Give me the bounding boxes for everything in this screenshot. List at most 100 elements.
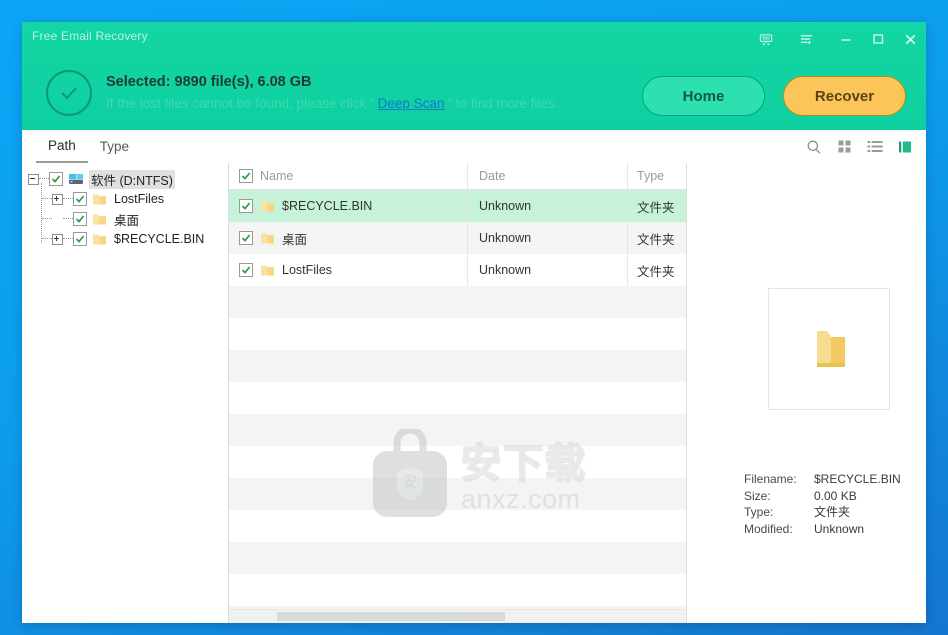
app-header: Free Email Recovery Selected: 9890 file(…	[22, 22, 926, 130]
menu-list-icon[interactable]	[790, 22, 822, 56]
tree-item-lostfiles[interactable]: LostFiles	[22, 189, 228, 209]
window-title: Free Email Recovery	[32, 29, 148, 43]
row-checkbox[interactable]	[239, 199, 253, 213]
folder-icon	[92, 213, 107, 226]
column-separator	[627, 254, 628, 286]
row-type: 文件夹	[637, 232, 675, 247]
folder-icon	[92, 233, 107, 246]
tab-strip: Path Type	[36, 130, 141, 163]
empty-row	[229, 574, 686, 606]
tree-item-label: 软件 (D:NTFS)	[89, 169, 175, 189]
table-row[interactable]: 桌面 Unknown 文件夹	[229, 222, 686, 254]
row-type: 文件夹	[637, 200, 675, 215]
scan-summary: Selected: 9890 file(s), 6.08 GB If the l…	[46, 70, 559, 116]
tree-checkbox[interactable]	[73, 212, 87, 226]
tree-dotted-link	[63, 198, 73, 200]
file-list-pane: Name Date Type $RECYCLE.BIN Unknown 文件夹 …	[229, 163, 687, 623]
column-header-type[interactable]: Type	[627, 169, 686, 183]
folder-icon	[260, 232, 275, 245]
column-separator	[467, 222, 468, 254]
maximize-icon[interactable]	[862, 22, 894, 56]
minimize-icon[interactable]	[830, 22, 862, 56]
select-all-checkbox[interactable]	[239, 169, 253, 183]
tree-dotted-link	[63, 218, 73, 220]
detail-view-icon[interactable]	[898, 140, 912, 154]
column-separator	[467, 163, 468, 189]
horizontal-scrollbar[interactable]	[229, 609, 686, 623]
folder-icon	[92, 193, 107, 206]
empty-row	[229, 414, 686, 446]
tree-expander-collapse-icon[interactable]	[28, 173, 39, 185]
scrollbar-thumb[interactable]	[277, 612, 505, 621]
tree-dotted-link	[39, 178, 49, 180]
close-icon[interactable]	[894, 22, 926, 56]
view-controls	[806, 130, 912, 163]
tree-item-drive[interactable]: 软件 (D:NTFS)	[22, 169, 228, 189]
folder-tree-pane: 软件 (D:NTFS) LostFiles 桌面 $RECYCLE.BIN	[22, 163, 229, 623]
deep-scan-link[interactable]: Deep Scan	[375, 96, 448, 111]
meta-key: Type:	[744, 505, 774, 519]
tree-dotted-link	[42, 198, 52, 200]
recover-button[interactable]: Recover	[783, 76, 906, 116]
tab-path[interactable]: Path	[36, 130, 88, 163]
table-row[interactable]: $RECYCLE.BIN Unknown 文件夹	[229, 190, 686, 222]
column-separator	[627, 190, 628, 222]
tree-expander-expand-icon[interactable]	[52, 233, 63, 245]
toolbar: Path Type	[22, 130, 926, 164]
meta-value: $RECYCLE.BIN	[814, 472, 901, 486]
row-type: 文件夹	[637, 264, 675, 279]
header-actions: Home Recover	[642, 76, 906, 116]
folder-icon	[260, 264, 275, 277]
hint-text-after: ” to find more files.	[447, 96, 559, 112]
content-area: 软件 (D:NTFS) LostFiles 桌面 $RECYCLE.BIN Na…	[22, 163, 926, 623]
file-metadata: Filename: $RECYCLE.BIN Size: 0.00 KB Typ…	[744, 471, 901, 537]
meta-value: Unknown	[814, 521, 865, 536]
empty-row	[229, 510, 686, 542]
list-view-icon[interactable]	[867, 139, 883, 154]
search-icon[interactable]	[806, 139, 822, 155]
tree-checkbox[interactable]	[73, 192, 87, 206]
empty-row	[229, 350, 686, 382]
row-checkbox[interactable]	[239, 231, 253, 245]
window-controls	[750, 22, 926, 56]
tree-item-label: $RECYCLE.BIN	[114, 232, 205, 246]
tree-item-desktop[interactable]: 桌面	[22, 209, 228, 229]
empty-row	[229, 478, 686, 510]
tree-dotted-link	[42, 238, 52, 240]
grid-view-icon[interactable]	[837, 139, 852, 154]
row-name: $RECYCLE.BIN	[282, 199, 373, 213]
preview-pane: Filename: $RECYCLE.BIN Size: 0.00 KB Typ…	[687, 163, 926, 623]
folder-icon	[260, 200, 275, 213]
tree-checkbox[interactable]	[49, 172, 63, 186]
meta-key: Size:	[744, 488, 771, 503]
cart-icon[interactable]	[750, 22, 782, 56]
empty-row	[229, 446, 686, 478]
column-header-date[interactable]: Date	[467, 169, 627, 183]
tree-checkbox[interactable]	[73, 232, 87, 246]
column-separator	[627, 163, 628, 189]
drive-icon	[68, 172, 84, 186]
tree-item-recyclebin[interactable]: $RECYCLE.BIN	[22, 229, 228, 249]
tree-item-label: LostFiles	[114, 192, 165, 206]
row-date: Unknown	[479, 231, 532, 245]
tab-type[interactable]: Type	[88, 130, 141, 163]
selected-summary: Selected: 9890 file(s), 6.08 GB	[106, 73, 312, 90]
home-button[interactable]: Home	[642, 76, 765, 116]
file-list-header: Name Date Type	[229, 163, 686, 190]
row-date: Unknown	[479, 199, 532, 213]
meta-row-type: Type: 文件夹	[744, 504, 901, 521]
row-name: LostFiles	[282, 263, 333, 277]
hint-text-before: If the lost files cannot be found, pleas…	[106, 96, 375, 112]
tree-dotted-link	[63, 238, 73, 240]
column-header-name[interactable]: Name	[229, 169, 467, 183]
table-row[interactable]: LostFiles Unknown 文件夹	[229, 254, 686, 286]
row-name: 桌面	[282, 232, 308, 247]
meta-key: Filename:	[744, 472, 797, 486]
empty-row	[229, 286, 686, 318]
tree-expander-expand-icon[interactable]	[52, 193, 63, 205]
row-checkbox[interactable]	[239, 263, 253, 277]
check-circle-icon	[46, 70, 92, 116]
